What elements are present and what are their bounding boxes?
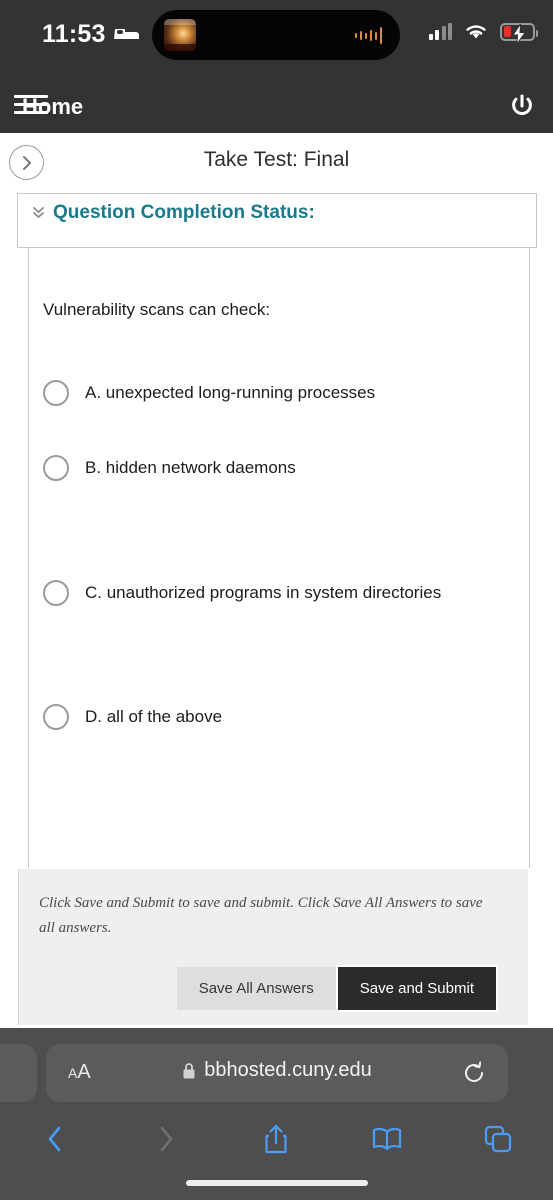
answer-option-d-label: D. all of the above — [85, 707, 223, 726]
cellular-signal-icon — [428, 23, 452, 40]
answer-option-a[interactable]: A. unexpected long-running processes — [43, 380, 375, 406]
phone-screen: 11:53 Home Take Test: Final Question Com… — [0, 0, 553, 1200]
radio-button-b[interactable] — [43, 455, 69, 481]
adjacent-tab-peek[interactable] — [0, 1044, 37, 1102]
question-panel: Vulnerability scans can check: A. unexpe… — [28, 248, 530, 868]
answer-option-b[interactable]: B. hidden network daemons — [43, 455, 296, 481]
blackboard-app-header: Home — [0, 78, 553, 133]
answer-option-c[interactable]: C. unauthorized programs in system direc… — [43, 580, 441, 606]
safari-share-button[interactable] — [221, 1123, 332, 1155]
question-prompt: Vulnerability scans can check: — [43, 300, 271, 319]
safari-browser-chrome: AA bbhosted.cuny.edu — [0, 1028, 553, 1200]
answer-option-a-label: A. unexpected long-running processes — [85, 383, 376, 402]
radio-button-c[interactable] — [43, 580, 69, 606]
test-footer-panel: Click Save and Submit to save and submit… — [18, 869, 528, 1025]
bed-icon — [114, 29, 139, 39]
question-completion-status-panel[interactable]: Question Completion Status: — [17, 193, 537, 248]
answer-option-c-label: C. unauthorized programs in system direc… — [85, 583, 442, 602]
ios-status-bar: 11:53 — [0, 0, 553, 78]
safari-url-bar[interactable]: AA bbhosted.cuny.edu — [46, 1044, 508, 1102]
lock-icon — [183, 1062, 195, 1078]
url-text: bbhosted.cuny.edu — [204, 1059, 372, 1081]
tabs-icon[interactable] — [484, 1125, 512, 1153]
footer-instructions: Click Save and Submit to save and submit… — [39, 895, 483, 936]
status-bar-indicators — [428, 22, 538, 44]
app-header-title[interactable]: Home — [22, 94, 83, 120]
safari-forward-button — [111, 1124, 222, 1154]
save-all-answers-button[interactable]: Save All Answers — [176, 967, 336, 1010]
power-icon[interactable] — [509, 93, 535, 119]
radio-button-d[interactable] — [43, 704, 69, 730]
page-title-bar: Take Test: Final — [0, 133, 553, 193]
save-and-submit-button[interactable]: Save and Submit — [335, 965, 498, 1012]
answer-option-d[interactable]: D. all of the above — [43, 704, 222, 730]
status-bar-time: 11:53 — [42, 20, 106, 48]
dynamic-island[interactable] — [152, 10, 400, 60]
safari-back-button[interactable] — [0, 1124, 111, 1154]
battery-charging-icon — [500, 22, 538, 44]
home-indicator[interactable] — [185, 1180, 368, 1186]
safari-toolbar — [0, 1112, 553, 1166]
question-completion-status-label: Question Completion Status: — [53, 202, 315, 223]
page-title: Take Test: Final — [203, 148, 350, 171]
footer-button-group: Save All Answers Save and Submit — [176, 965, 498, 1012]
back-chevron-icon[interactable] — [44, 1124, 66, 1154]
wifi-icon — [466, 25, 486, 39]
reload-icon[interactable] — [462, 1061, 486, 1085]
now-playing-album-art — [164, 19, 196, 51]
answer-option-b-label: B. hidden network daemons — [85, 458, 296, 477]
safari-tabs-button[interactable] — [442, 1125, 553, 1153]
audio-waveform-icon — [354, 27, 382, 44]
share-icon[interactable] — [263, 1123, 289, 1155]
forward-chevron-icon — [160, 1126, 173, 1152]
radio-button-a[interactable] — [43, 380, 69, 406]
book-icon[interactable] — [371, 1126, 403, 1152]
double-chevron-down-icon[interactable] — [32, 205, 45, 221]
safari-bookmarks-button[interactable] — [332, 1126, 443, 1152]
